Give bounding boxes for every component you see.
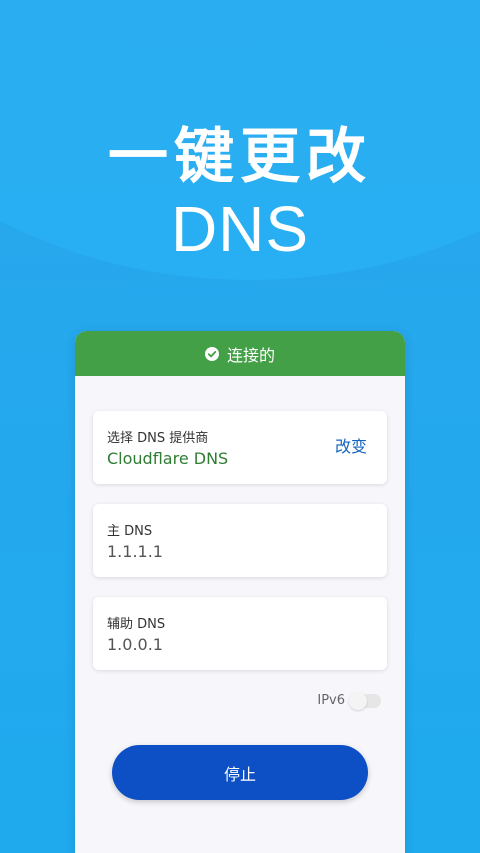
hero-title: 一键更改 bbox=[108, 123, 372, 190]
check-circle-icon bbox=[204, 346, 219, 361]
stop-button[interactable]: 停止 bbox=[112, 745, 368, 800]
primary-dns-label: 主 DNS bbox=[107, 524, 153, 539]
primary-dns-value[interactable]: 1.1.1.1 bbox=[107, 542, 163, 561]
ipv6-row: IPv6 bbox=[317, 691, 381, 710]
ipv6-toggle[interactable] bbox=[349, 691, 381, 710]
app-screen: 一键更改 DNS 连接的 选择 DNS 提供商 Cloudflare DNS 改… bbox=[0, 0, 480, 853]
connection-status-bar: 连接的 bbox=[75, 331, 405, 376]
secondary-dns-label: 辅助 DNS bbox=[107, 617, 166, 632]
provider-value: Cloudflare DNS bbox=[107, 449, 229, 468]
hero-subtitle: DNS bbox=[170, 193, 310, 265]
provider-card: 选择 DNS 提供商 Cloudflare DNS 改变 bbox=[93, 411, 387, 484]
connection-status-text: 连接的 bbox=[226, 345, 275, 365]
change-provider-button[interactable]: 改变 bbox=[335, 433, 367, 457]
ipv6-label: IPv6 bbox=[317, 693, 345, 708]
secondary-dns-value[interactable]: 1.0.0.1 bbox=[107, 635, 163, 654]
dns-panel: 连接的 选择 DNS 提供商 Cloudflare DNS 改变 主 DNS 1… bbox=[75, 331, 405, 853]
ipv6-toggle-thumb bbox=[349, 691, 367, 710]
primary-dns-card[interactable]: 主 DNS 1.1.1.1 bbox=[93, 504, 387, 577]
provider-label: 选择 DNS 提供商 bbox=[107, 431, 209, 446]
secondary-dns-card[interactable]: 辅助 DNS 1.0.0.1 bbox=[93, 597, 387, 670]
